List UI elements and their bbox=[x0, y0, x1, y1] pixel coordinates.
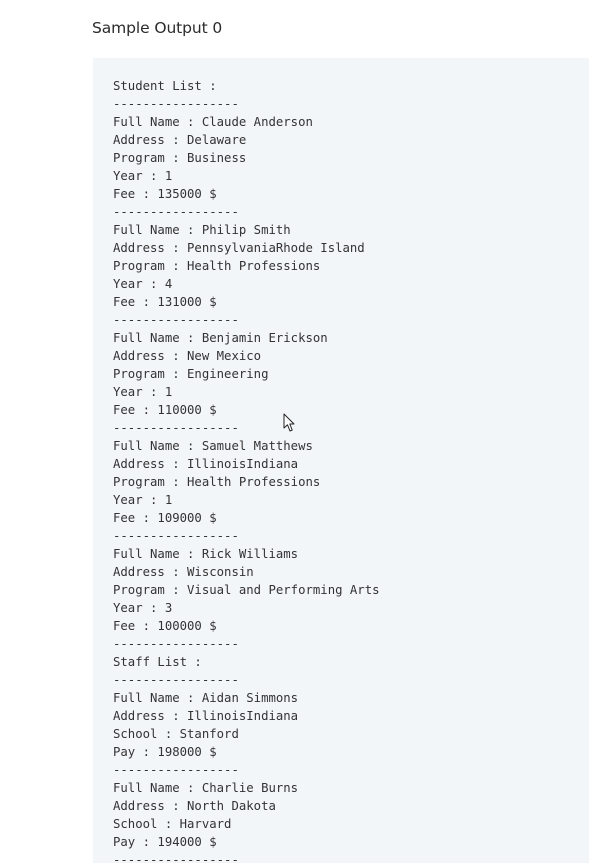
output-line: ----------------- bbox=[113, 673, 239, 687]
output-line: Student List : bbox=[113, 79, 217, 93]
output-line: Address : IllinoisIndiana bbox=[113, 709, 299, 723]
output-line: ----------------- bbox=[113, 763, 239, 777]
output-line: Address : New Mexico bbox=[113, 349, 262, 363]
sample-output-heading: Sample Output 0 bbox=[92, 19, 223, 37]
output-line: Full Name : Samuel Matthews bbox=[113, 439, 313, 453]
output-line: Year : 1 bbox=[113, 493, 173, 507]
output-line: Pay : 194000 $ bbox=[113, 835, 217, 849]
output-line: Program : Engineering bbox=[113, 367, 269, 381]
output-line: Pay : 198000 $ bbox=[113, 745, 217, 759]
output-line: Program : Visual and Performing Arts bbox=[113, 583, 380, 597]
output-line: Full Name : Philip Smith bbox=[113, 223, 291, 237]
output-line: ----------------- bbox=[113, 637, 239, 651]
output-line: Full Name : Charlie Burns bbox=[113, 781, 299, 795]
output-line: Year : 4 bbox=[113, 277, 173, 291]
output-line: Full Name : Rick Williams bbox=[113, 547, 299, 561]
output-line: Address : Wisconsin bbox=[113, 565, 254, 579]
output-line: ----------------- bbox=[113, 97, 239, 111]
output-line: Year : 3 bbox=[113, 601, 173, 615]
output-line: Program : Health Professions bbox=[113, 259, 321, 273]
output-line: Full Name : Aidan Simmons bbox=[113, 691, 299, 705]
output-line: Address : Delaware bbox=[113, 133, 247, 147]
output-line: Full Name : Claude Anderson bbox=[113, 115, 313, 129]
output-line: Full Name : Benjamin Erickson bbox=[113, 331, 328, 345]
output-line: Fee : 135000 $ bbox=[113, 187, 217, 201]
mouse-pointer-icon bbox=[283, 413, 295, 432]
output-line: Staff List : bbox=[113, 655, 202, 669]
output-line: School : Stanford bbox=[113, 727, 239, 741]
output-line: Program : Health Professions bbox=[113, 475, 321, 489]
output-line: Fee : 110000 $ bbox=[113, 403, 217, 417]
output-lines: Student List : ----------------- Full Name… bbox=[113, 77, 380, 863]
output-line: Address : North Dakota bbox=[113, 799, 276, 813]
output-line: Fee : 100000 $ bbox=[113, 619, 217, 633]
output-line: ----------------- bbox=[113, 205, 239, 219]
output-line: Program : Business bbox=[113, 151, 247, 165]
output-line: Address : PennsylvaniaRhode Island bbox=[113, 241, 365, 255]
sample-output-panel: Student List : ----------------- Full Name… bbox=[93, 58, 589, 863]
output-line: Fee : 109000 $ bbox=[113, 511, 217, 525]
output-line: ----------------- bbox=[113, 313, 239, 327]
output-line: ----------------- bbox=[113, 853, 239, 863]
output-line: ----------------- bbox=[113, 529, 239, 543]
output-line: ----------------- bbox=[113, 421, 239, 435]
output-line: Address : IllinoisIndiana bbox=[113, 457, 299, 471]
output-line: Fee : 131000 $ bbox=[113, 295, 217, 309]
output-line: Year : 1 bbox=[113, 169, 173, 183]
output-line: School : Harvard bbox=[113, 817, 232, 831]
output-line: Year : 1 bbox=[113, 385, 173, 399]
